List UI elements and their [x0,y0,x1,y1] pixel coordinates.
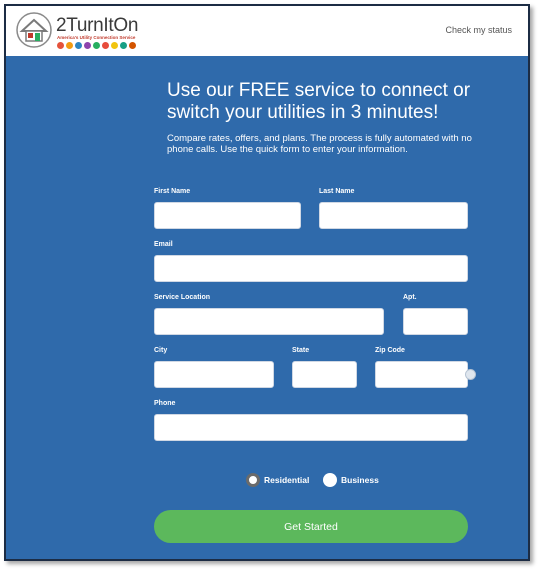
radio-business-indicator[interactable] [323,473,337,487]
first-name-input[interactable] [154,202,301,229]
utility-dot-icon [57,42,64,49]
zip-code-label: Zip Code [375,347,405,354]
radio-business[interactable]: Business [323,472,379,488]
phone-input[interactable] [154,414,468,441]
radio-residential[interactable]: Residential [246,472,309,488]
city-label: City [154,347,168,354]
first-name-label: First Name [154,188,191,195]
apt-input[interactable] [403,308,468,335]
page-frame: 2TurnItOn America's Utility Connection S… [4,4,530,561]
email-input[interactable] [154,255,468,282]
radio-residential-label: Residential [264,475,310,485]
service-location-input[interactable] [154,308,384,335]
logo-tagline: America's Utility Connection Service [57,35,136,40]
state-label: State [292,347,310,354]
utility-icons [57,42,136,49]
last-name-input[interactable] [319,202,468,229]
get-started-button[interactable]: Get Started [154,510,468,543]
radio-business-label: Business [341,475,379,485]
logo[interactable]: 2TurnItOn America's Utility Connection S… [16,12,156,52]
page-title: Use our FREE service to connect or switc… [167,80,471,123]
utility-dot-icon [111,42,118,49]
apt-label: Apt. [403,294,417,301]
check-status-link[interactable]: Check my status [445,25,512,35]
page-subtitle: Compare rates, offers, and plans. The pr… [167,133,472,155]
service-location-label: Service Location [154,294,211,301]
radio-residential-indicator[interactable] [246,473,260,487]
last-name-label: Last Name [319,188,355,195]
utility-dot-icon [66,42,73,49]
utility-dot-icon [84,42,91,49]
logo-name: 2TurnItOn [56,15,139,36]
check-icon [465,369,476,380]
utility-dot-icon [75,42,82,49]
utility-dot-icon [120,42,127,49]
utility-dot-icon [129,42,136,49]
state-input[interactable] [292,361,357,388]
header: 2TurnItOn America's Utility Connection S… [6,6,528,56]
zip-code-input[interactable] [375,361,468,388]
email-label: Email [154,241,173,248]
city-input[interactable] [154,361,274,388]
house-icon [16,12,52,48]
phone-label: Phone [154,400,176,407]
utility-dot-icon [93,42,100,49]
utility-dot-icon [102,42,109,49]
